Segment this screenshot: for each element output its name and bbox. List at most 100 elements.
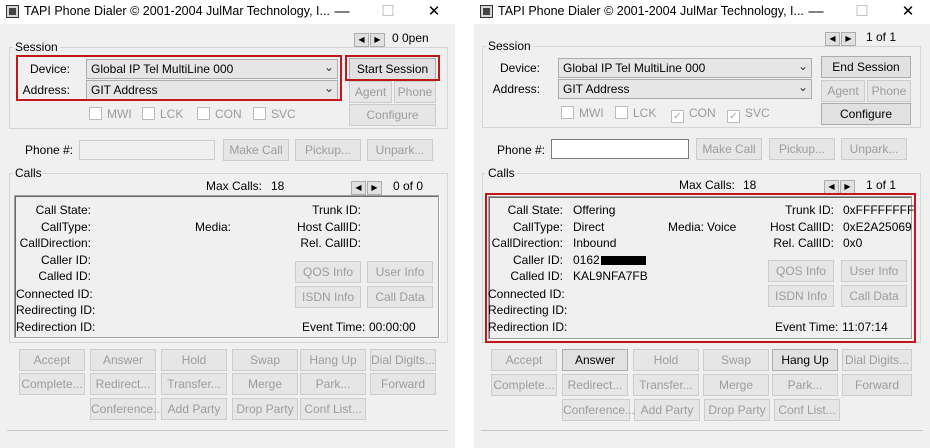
add-party-button[interactable]: Add Party <box>161 398 227 420</box>
qos-info-button[interactable]: QOS Info <box>768 260 834 282</box>
next-arrow-icon[interactable]: ▶ <box>370 33 385 47</box>
merge-button[interactable]: Merge <box>703 374 769 396</box>
call-type-value: Direct <box>573 220 605 234</box>
phone-button[interactable]: Phone <box>394 81 436 103</box>
line-spinner[interactable]: ◀ ▶ <box>825 30 857 46</box>
accept-button[interactable]: Accept <box>19 349 85 371</box>
address-select[interactable]: GIT Address ⌄ <box>86 80 338 100</box>
pickup-button[interactable]: Pickup... <box>295 139 361 161</box>
minimize-icon[interactable]: — <box>327 1 357 23</box>
complete-button[interactable]: Complete... <box>491 374 557 396</box>
prev-arrow-icon[interactable]: ◀ <box>824 180 839 194</box>
mwi-checkbox[interactable]: MWI <box>89 107 132 121</box>
make-call-button[interactable]: Make Call <box>696 138 762 160</box>
media-value: Voice <box>707 220 737 234</box>
call-data-button[interactable]: Call Data <box>841 285 907 307</box>
redirect-button[interactable]: Redirect... <box>90 373 156 395</box>
merge-button[interactable]: Merge <box>232 373 298 395</box>
call-counter: 1 of 1 <box>866 178 897 192</box>
user-info-button[interactable]: User Info <box>367 261 433 283</box>
redirect-button[interactable]: Redirect... <box>562 374 628 396</box>
line-spinner[interactable]: ◀ ▶ <box>354 31 386 47</box>
configure-button[interactable]: Configure <box>821 103 911 125</box>
park-button[interactable]: Park... <box>300 373 366 395</box>
complete-button[interactable]: Complete... <box>19 373 85 395</box>
prev-arrow-icon[interactable]: ◀ <box>354 33 369 47</box>
start-session-button[interactable]: Start Session <box>349 58 436 80</box>
next-arrow-icon[interactable]: ▶ <box>367 181 382 195</box>
unpark-button[interactable]: Unpark... <box>367 139 433 161</box>
conf-list-button[interactable]: Conf List... <box>774 399 840 421</box>
svc-label: SVC <box>745 106 770 120</box>
agent-button[interactable]: Agent <box>349 81 392 103</box>
make-call-button[interactable]: Make Call <box>223 139 289 161</box>
answer-button[interactable]: Answer <box>562 349 628 371</box>
swap-button[interactable]: Swap <box>232 349 298 371</box>
maximize-icon: ☐ <box>855 3 869 20</box>
window-title: TAPI Phone Dialer © 2001-2004 JulMar Tec… <box>498 4 804 18</box>
prev-arrow-icon[interactable]: ◀ <box>825 32 840 46</box>
rel-callid-label: Rel. CallID: <box>300 236 361 250</box>
svc-checkbox[interactable]: ✓ SVC <box>727 106 770 123</box>
hang-up-button[interactable]: Hang Up <box>772 349 838 371</box>
pickup-button[interactable]: Pickup... <box>769 138 835 160</box>
transfer-button[interactable]: Transfer... <box>161 373 227 395</box>
svc-checkbox[interactable]: SVC <box>253 107 296 121</box>
dial-digits-button[interactable]: Dial Digits... <box>842 349 912 371</box>
drop-party-button[interactable]: Drop Party <box>232 398 298 420</box>
phone-number-input[interactable] <box>79 140 215 160</box>
next-arrow-icon[interactable]: ▶ <box>841 32 856 46</box>
mwi-checkbox[interactable]: MWI <box>561 106 604 120</box>
dial-digits-button[interactable]: Dial Digits... <box>370 349 436 371</box>
swap-button[interactable]: Swap <box>703 349 769 371</box>
hold-button[interactable]: Hold <box>633 349 699 371</box>
event-time-label: Event Time: <box>302 320 366 334</box>
hang-up-button[interactable]: Hang Up <box>300 349 366 371</box>
device-select[interactable]: Global IP Tel MultiLine 000 ⌄ <box>86 59 338 79</box>
address-select[interactable]: GIT Address ⌄ <box>558 79 812 99</box>
address-label: Address: <box>22 83 70 97</box>
phone-button[interactable]: Phone <box>867 80 911 102</box>
answer-button[interactable]: Answer <box>90 349 156 371</box>
minimize-icon[interactable]: — <box>801 1 831 23</box>
isdn-info-button[interactable]: ISDN Info <box>295 286 361 308</box>
conference-button[interactable]: Conference... <box>562 399 635 421</box>
accept-button[interactable]: Accept <box>491 349 557 371</box>
close-icon[interactable]: ✕ <box>893 1 923 23</box>
end-session-button[interactable]: End Session <box>821 56 911 78</box>
checkbox-icon <box>89 107 102 120</box>
conference-button[interactable]: Conference... <box>90 398 163 420</box>
host-callid-label: Host CallID: <box>769 220 834 234</box>
transfer-button[interactable]: Transfer... <box>633 374 699 396</box>
call-spinner[interactable]: ◀ ▶ <box>824 178 856 194</box>
drop-party-button[interactable]: Drop Party <box>704 399 770 421</box>
con-checkbox[interactable]: ✓ CON <box>671 106 716 123</box>
call-data-button[interactable]: Call Data <box>367 286 433 308</box>
mwi-label: MWI <box>107 107 132 121</box>
forward-button[interactable]: Forward <box>370 373 436 395</box>
lck-checkbox[interactable]: LCK <box>142 107 183 121</box>
con-label: CON <box>689 106 716 120</box>
prev-arrow-icon[interactable]: ◀ <box>351 181 366 195</box>
lck-checkbox[interactable]: LCK <box>615 106 656 120</box>
chevron-down-icon: ⌄ <box>797 80 808 94</box>
unpark-button[interactable]: Unpark... <box>841 138 907 160</box>
park-button[interactable]: Park... <box>772 374 838 396</box>
phone-number-input[interactable] <box>551 139 689 159</box>
isdn-info-button[interactable]: ISDN Info <box>768 285 834 307</box>
qos-info-button[interactable]: QOS Info <box>295 261 361 283</box>
device-select[interactable]: Global IP Tel MultiLine 000 ⌄ <box>558 58 812 78</box>
close-icon[interactable]: ✕ <box>419 1 449 23</box>
configure-button[interactable]: Configure <box>349 104 436 126</box>
next-arrow-icon[interactable]: ▶ <box>840 180 855 194</box>
agent-button[interactable]: Agent <box>821 80 865 102</box>
call-state-label: Call State: <box>35 203 91 217</box>
conf-list-button[interactable]: Conf List... <box>300 398 366 420</box>
con-checkbox[interactable]: CON <box>197 107 242 121</box>
user-info-button[interactable]: User Info <box>841 260 907 282</box>
forward-button[interactable]: Forward <box>842 374 912 396</box>
window-title: TAPI Phone Dialer © 2001-2004 JulMar Tec… <box>24 4 330 18</box>
hold-button[interactable]: Hold <box>161 349 227 371</box>
call-spinner[interactable]: ◀ ▶ <box>351 179 383 195</box>
add-party-button[interactable]: Add Party <box>634 399 700 421</box>
